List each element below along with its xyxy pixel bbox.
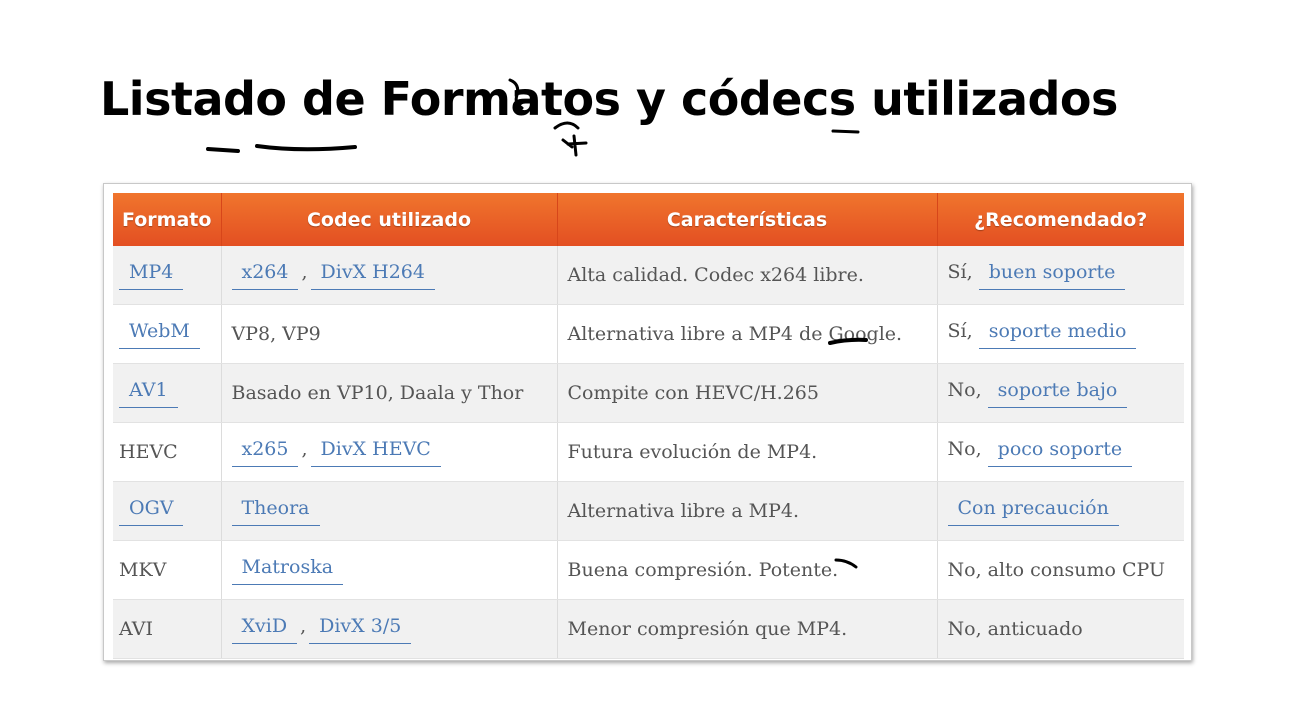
codec-cell: Matroska	[221, 540, 558, 600]
separator: ,	[300, 614, 307, 637]
recommendation-cell: No, poco soporte	[937, 422, 1184, 482]
format-link[interactable]: AV1	[119, 379, 178, 408]
recommendation-link[interactable]: soporte bajo	[987, 379, 1128, 408]
codec-cell: x264, DivX H264	[221, 246, 558, 305]
format-cell: OGV	[113, 481, 222, 541]
format-link[interactable]: MP4	[119, 261, 184, 290]
features-cell: Compite con HEVC/H.265	[557, 363, 938, 423]
header-formato: Formato	[113, 193, 222, 246]
format-link[interactable]: OGV	[119, 497, 184, 526]
features-cell: Futura evolución de MP4.	[557, 422, 938, 482]
features-cell: Alternativa libre a MP4 de Google.	[557, 304, 938, 364]
recommendation-link[interactable]: poco soporte	[987, 438, 1133, 467]
header-recomendado: ¿Recomendado?	[937, 193, 1184, 246]
format-cell: AVI	[113, 599, 222, 659]
table-row: AVI XviD, DivX 3/5 Menor compresión que M…	[113, 599, 1184, 659]
features-cell: Alta calidad. Codec x264 libre.	[557, 246, 938, 305]
codec-link[interactable]: DivX H264	[310, 261, 435, 290]
format-cell: MP4	[113, 246, 222, 305]
codec-cell: XviD, DivX 3/5	[221, 599, 558, 659]
codec-cell: Theora	[221, 481, 558, 541]
formats-table-container: Formato Codec utilizado Características …	[103, 183, 1192, 661]
separator: ,	[301, 437, 308, 460]
recommendation-cell: Con precaución	[937, 481, 1184, 541]
format-cell: AV1	[113, 363, 222, 423]
codec-link[interactable]: Matroska	[231, 556, 344, 585]
codec-link[interactable]: Theora	[231, 497, 320, 526]
recommendation-prefix: Sí,	[947, 260, 973, 283]
underline-stroke	[831, 129, 860, 134]
recommendation-cell: No, alto consumo CPU	[937, 540, 1184, 600]
recommendation-cell: No, soporte bajo	[937, 363, 1184, 423]
codec-link[interactable]: x264	[231, 261, 299, 290]
formats-table: Formato Codec utilizado Características …	[113, 193, 1184, 659]
codec-link[interactable]: XviD	[231, 615, 298, 644]
features-cell: Alternativa libre a MP4.	[557, 481, 938, 541]
format-link[interactable]: WebM	[119, 320, 200, 349]
header-codec: Codec utilizado	[221, 193, 558, 246]
codec-link[interactable]: DivX HEVC	[310, 438, 441, 467]
correction-stroke	[561, 134, 588, 157]
recommendation-cell: Sí, soporte medio	[937, 304, 1184, 364]
recommendation-prefix: No,	[947, 378, 982, 401]
codec-cell: Basado en VP10, Daala y Thor	[221, 363, 558, 423]
header-caracteristicas: Características	[557, 193, 938, 246]
table-row: HEVC x265, DivX HEVC Futura evolución de …	[113, 422, 1184, 482]
underline-stroke	[255, 144, 357, 152]
recommendation-link[interactable]: soporte medio	[978, 320, 1137, 349]
recommendation-prefix: Sí,	[947, 319, 973, 342]
table-row: OGV Theora Alternativa libre a MP4. Con …	[113, 481, 1184, 541]
recommendation-link[interactable]: Con precaución	[947, 497, 1119, 526]
page-title: Listado de Formatos y códecs utilizados	[100, 72, 1118, 126]
codec-cell: x265, DivX HEVC	[221, 422, 558, 482]
recommendation-link[interactable]: buen soporte	[978, 261, 1126, 290]
features-cell: Menor compresión que MP4.	[557, 599, 938, 659]
codec-link[interactable]: x265	[231, 438, 299, 467]
recommendation-cell: No, anticuado	[937, 599, 1184, 659]
format-cell: MKV	[113, 540, 222, 600]
table-row: MKV Matroska Buena compresión. Potente. …	[113, 540, 1184, 600]
separator: ,	[301, 260, 308, 283]
table-row: MP4 x264, DivX H264 Alta calidad. Codec x…	[113, 246, 1184, 305]
table-header-row: Formato Codec utilizado Características …	[113, 193, 1184, 246]
recommendation-cell: Sí, buen soporte	[937, 246, 1184, 305]
format-cell: HEVC	[113, 422, 222, 482]
features-cell: Buena compresión. Potente.	[557, 540, 938, 600]
codec-cell: VP8, VP9	[221, 304, 558, 364]
underline-stroke	[206, 147, 240, 153]
format-cell: WebM	[113, 304, 222, 364]
codec-link[interactable]: DivX 3/5	[309, 615, 412, 644]
table-row: AV1 Basado en VP10, Daala y Thor Compite…	[113, 363, 1184, 423]
table-row: WebM VP8, VP9 Alternativa libre a MP4 de…	[113, 304, 1184, 364]
recommendation-prefix: No,	[947, 437, 982, 460]
